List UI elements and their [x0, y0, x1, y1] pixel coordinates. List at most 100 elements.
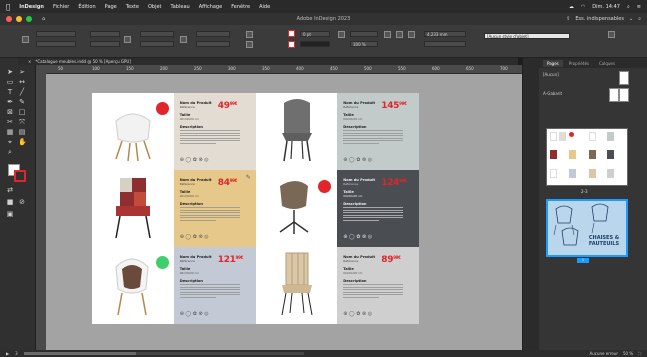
play-icon[interactable]: ▶	[6, 351, 9, 356]
note-tool-icon[interactable]: ▤	[18, 128, 26, 136]
scale-y-field[interactable]	[140, 41, 174, 47]
gap-tool-icon[interactable]: ↔	[18, 78, 26, 86]
percent-field[interactable]: 100 %	[350, 41, 378, 47]
search-icon[interactable]: ⌕	[627, 4, 630, 10]
product-photo-1[interactable]	[92, 93, 174, 170]
zoom-level[interactable]: 50 %	[623, 351, 633, 356]
selection-tool-icon[interactable]: ➤	[6, 68, 14, 76]
apply-none-icon[interactable]: ⊘	[18, 198, 26, 206]
link-icon[interactable]	[180, 36, 187, 43]
x-position-field[interactable]	[36, 31, 76, 37]
minimize-window-button[interactable]	[16, 16, 22, 22]
rotation-field[interactable]	[196, 31, 230, 37]
gap-field[interactable]	[424, 41, 466, 47]
height-field[interactable]	[90, 41, 120, 47]
zoom-tool-icon[interactable]: ⌕	[6, 148, 14, 156]
close-window-button[interactable]	[6, 16, 12, 22]
apple-menu-icon[interactable]: 	[6, 3, 10, 11]
close-icon[interactable]: ×	[28, 59, 31, 64]
horizontal-scrollbar[interactable]	[23, 352, 304, 355]
product-info-3[interactable]: Nom du Produit Référence 8499€ Taille 00…	[173, 170, 256, 247]
document-tab[interactable]: × *Catalogue meubles.indd @ 50 % [Aperçu…	[18, 58, 518, 65]
gradient-tool-icon[interactable]: ▦	[6, 128, 14, 136]
shear-field[interactable]	[196, 41, 230, 47]
align-icon[interactable]	[338, 31, 345, 38]
menu-fichier[interactable]: Fichier	[53, 4, 69, 10]
app-menu[interactable]: InDesign	[19, 4, 44, 10]
rectangle-frame-tool-icon[interactable]: ⊠	[6, 108, 14, 116]
stroke-color-swatch[interactable]	[14, 170, 26, 182]
product-info-2[interactable]: Nom du Produit Référence 14599€ Taille 0…	[337, 93, 419, 170]
product-info-1[interactable]: Nom du Produit Référence 4999€ Taille 00…	[173, 93, 256, 170]
eyedropper-tool-icon[interactable]: ⌖	[6, 138, 14, 146]
master-label[interactable]: A-Gabarit	[543, 91, 562, 96]
product-photo-4[interactable]	[255, 170, 338, 247]
constrain-proportions-icon[interactable]	[124, 36, 131, 43]
clock[interactable]: Dim. 14:47	[592, 4, 620, 10]
workspace-switcher[interactable]: ⇪ Ess. indispensables ⌄ ⌕	[566, 16, 641, 22]
reference-point-icon[interactable]	[22, 36, 29, 43]
product-photo-2[interactable]	[255, 93, 338, 170]
pencil-tool-icon[interactable]: ✎	[18, 98, 26, 106]
product-photo-3[interactable]	[92, 170, 174, 247]
wrap-icon[interactable]	[396, 31, 403, 38]
menu-aide[interactable]: Aide	[259, 4, 270, 10]
share-icon[interactable]: ⇪	[566, 16, 570, 22]
fill-swatch-icon[interactable]	[288, 30, 295, 37]
spread-thumbnail[interactable]	[546, 128, 628, 186]
control-center-icon[interactable]: ≡	[637, 4, 641, 10]
tab-pages[interactable]: Pages	[543, 59, 563, 67]
rectangle-tool-icon[interactable]: □	[18, 108, 26, 116]
cover-page-thumbnail[interactable]: CHAISES & FAUTEUILS	[546, 199, 628, 257]
width-field[interactable]	[90, 31, 120, 37]
product-info-4[interactable]: Nom du Produit Référence 12499€ Taille 0…	[337, 170, 419, 247]
wifi-icon[interactable]: ◠	[581, 4, 585, 10]
menu-tableau[interactable]: Tableau	[171, 4, 190, 10]
menu-fenetre[interactable]: Fenêtre	[231, 4, 250, 10]
master-thumb-left[interactable]	[609, 88, 619, 102]
hand-tool-icon[interactable]: ✋	[18, 138, 27, 146]
flip-icon[interactable]	[246, 41, 253, 48]
rotate-icon[interactable]	[246, 31, 253, 38]
preflight-status[interactable]: Aucune erreur	[590, 351, 619, 356]
free-transform-tool-icon[interactable]: ⤧	[18, 118, 26, 126]
page-tool-icon[interactable]: ▭	[6, 78, 14, 86]
master-thumb-right[interactable]	[619, 88, 629, 102]
stroke-type-select[interactable]	[300, 41, 330, 47]
fit-offset-field[interactable]: 4,233 mm	[424, 31, 466, 37]
page-spread[interactable]: Nom du Produit Référence 4999€ Taille 00…	[92, 93, 419, 324]
panel-menu-icon[interactable]	[626, 43, 633, 50]
zoom-window-button[interactable]	[26, 16, 32, 22]
search-icon[interactable]: ⌕	[638, 16, 641, 22]
fx-icon[interactable]	[408, 31, 415, 38]
product-photo-6[interactable]	[255, 247, 338, 324]
product-info-5[interactable]: Nom du Produit Référence 12199€ Taille 0…	[173, 247, 256, 324]
none-master-thumb[interactable]	[619, 71, 629, 85]
direct-selection-tool-icon[interactable]: ➢	[18, 68, 26, 76]
scroll-thumb[interactable]	[23, 352, 136, 355]
y-position-field[interactable]	[36, 41, 76, 47]
product-photo-5[interactable]	[92, 247, 174, 324]
pen-tool-icon[interactable]: ✒	[6, 98, 14, 106]
menu-page[interactable]: Page	[105, 4, 117, 10]
menu-affichage[interactable]: Affichage	[199, 4, 223, 10]
fullscreen-icon[interactable]: ⛶	[638, 351, 641, 356]
stroke-swatch-icon[interactable]	[288, 41, 295, 48]
apply-color-icon[interactable]: ■	[6, 198, 14, 206]
none-master-label[interactable]: [Aucun]	[543, 72, 559, 77]
swap-colors-icon[interactable]: ⇄	[6, 186, 14, 194]
menu-objet[interactable]: Objet	[148, 4, 162, 10]
stroke-weight-field[interactable]: 0 pt	[300, 31, 330, 37]
type-tool-icon[interactable]: T	[6, 88, 14, 96]
line-tool-icon[interactable]: ╱	[18, 88, 26, 96]
home-icon[interactable]: ⌂	[42, 16, 45, 22]
view-mode-icon[interactable]: ▣	[6, 210, 14, 218]
corner-field[interactable]	[350, 31, 378, 37]
page-number-field[interactable]: 3	[15, 351, 18, 356]
vertical-ruler[interactable]	[36, 65, 46, 350]
product-info-6[interactable]: Nom du Produit Référence 8999€ Taille 00…	[337, 247, 419, 324]
object-style-select[interactable]: [Aucun style d'objet]	[484, 33, 570, 39]
fit-icon[interactable]	[384, 31, 391, 38]
tab-properties[interactable]: Propriétés	[565, 60, 593, 67]
cloud-icon[interactable]: ☁	[569, 4, 574, 10]
